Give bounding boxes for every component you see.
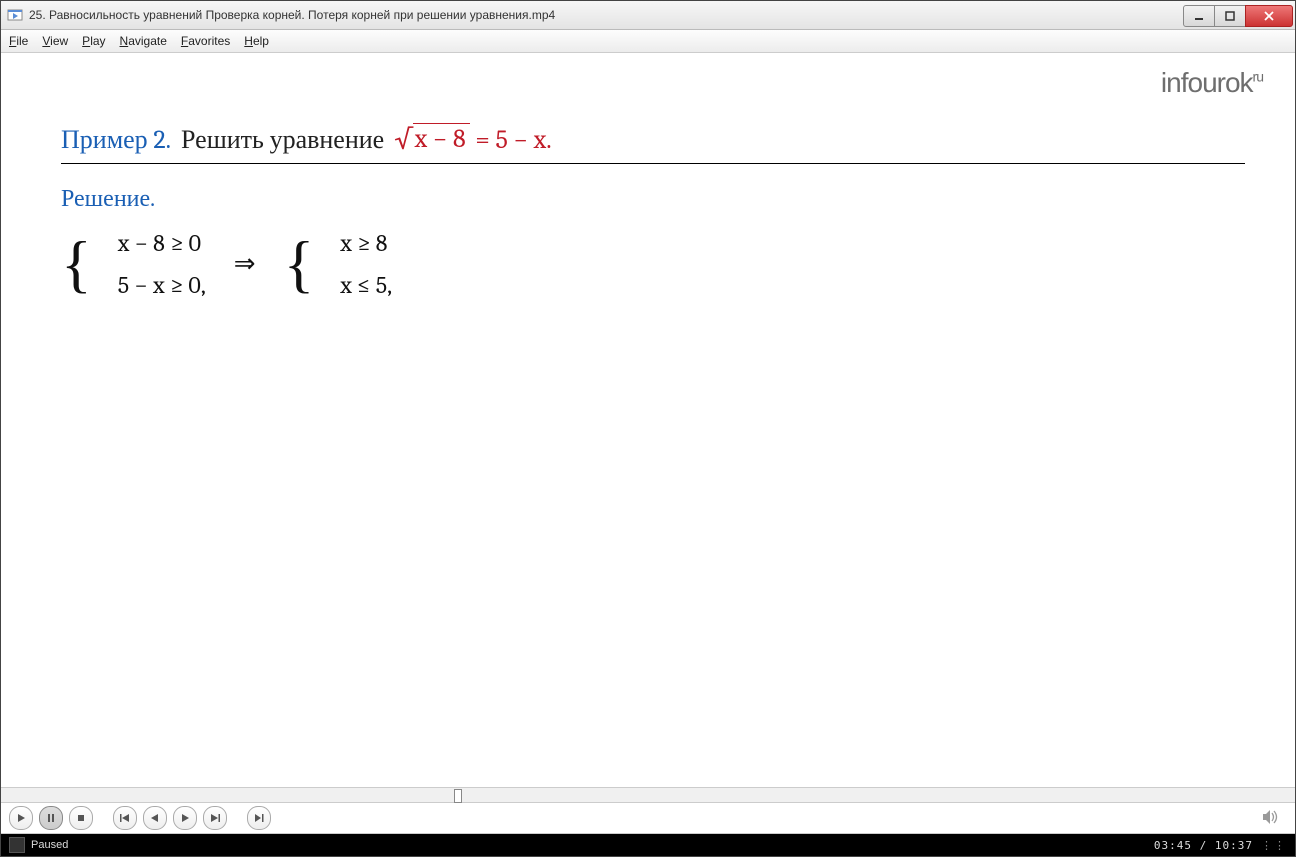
system-1: x − 8 ≥ 0 5 − x ≥ 0, xyxy=(112,229,206,299)
titlebar[interactable]: 25. Равносильность уравнений Проверка ко… xyxy=(1,1,1295,30)
step-back-button[interactable] xyxy=(143,806,167,830)
time-display: 03:45 / 10:37 xyxy=(1154,839,1253,852)
skip-back-button[interactable] xyxy=(113,806,137,830)
play-button[interactable] xyxy=(9,806,33,830)
seek-bar[interactable] xyxy=(1,787,1295,803)
seek-progress xyxy=(1,788,454,802)
app-window: 25. Равносильность уравнений Проверка ко… xyxy=(0,0,1296,857)
pause-button[interactable] xyxy=(39,806,63,830)
minimize-button[interactable] xyxy=(1183,5,1215,27)
brace-left-1: { xyxy=(61,235,92,293)
statusbar-grip-icon: ⋮⋮ xyxy=(1261,839,1287,852)
window-title: 25. Равносильность уравнений Проверка ко… xyxy=(29,8,1184,22)
maximize-button[interactable] xyxy=(1214,5,1246,27)
seek-thumb[interactable] xyxy=(454,789,462,803)
brand-logo: infourokru xyxy=(1161,67,1263,99)
example-heading: Пример 2. Решить уравнение √x − 8 = 5 − … xyxy=(61,123,1245,164)
menu-view[interactable]: View xyxy=(42,34,68,48)
sys1-row2: 5 − x ≥ 0, xyxy=(118,271,206,299)
menubar: File View Play Navigate Favorites Help xyxy=(1,30,1295,53)
sys2-row1: x ≥ 8 xyxy=(340,229,392,257)
app-icon xyxy=(7,7,23,23)
playback-status: Paused xyxy=(31,839,68,851)
menu-file[interactable]: File xyxy=(9,34,28,48)
menu-play[interactable]: Play xyxy=(82,34,105,48)
player-controls xyxy=(1,803,1295,834)
menu-navigate[interactable]: Navigate xyxy=(120,34,167,48)
example-number: Пример 2. xyxy=(61,125,171,155)
menu-help[interactable]: Help xyxy=(244,34,269,48)
equation-systems: { x − 8 ≥ 0 5 − x ≥ 0, ⇒ { x ≥ 8 x ≤ 5, xyxy=(61,229,1255,299)
sys2-row2: x ≤ 5, xyxy=(340,271,392,299)
equation: √x − 8 = 5 − x. xyxy=(394,123,551,155)
slide-content: infourokru Пример 2. Решить уравнение √x… xyxy=(1,53,1295,787)
volume-icon[interactable] xyxy=(1263,810,1281,827)
implies-arrow: ⇒ xyxy=(234,249,256,279)
window-controls xyxy=(1184,5,1293,25)
close-button[interactable] xyxy=(1245,5,1293,27)
stop-button[interactable] xyxy=(69,806,93,830)
brace-left-2: { xyxy=(284,235,315,293)
skip-forward-button[interactable] xyxy=(203,806,227,830)
video-viewport[interactable]: infourokru Пример 2. Решить уравнение √x… xyxy=(1,53,1295,787)
system-2: x ≥ 8 x ≤ 5, xyxy=(334,229,392,299)
menu-favorites[interactable]: Favorites xyxy=(181,34,230,48)
status-icon xyxy=(9,837,25,853)
step-forward-button[interactable] xyxy=(173,806,197,830)
example-prompt: Решить уравнение xyxy=(181,125,384,155)
solution-label: Решение. xyxy=(61,184,1255,213)
statusbar: Paused 03:45 / 10:37 ⋮⋮ xyxy=(1,834,1295,856)
frame-step-button[interactable] xyxy=(247,806,271,830)
sys1-row1: x − 8 ≥ 0 xyxy=(118,229,206,257)
